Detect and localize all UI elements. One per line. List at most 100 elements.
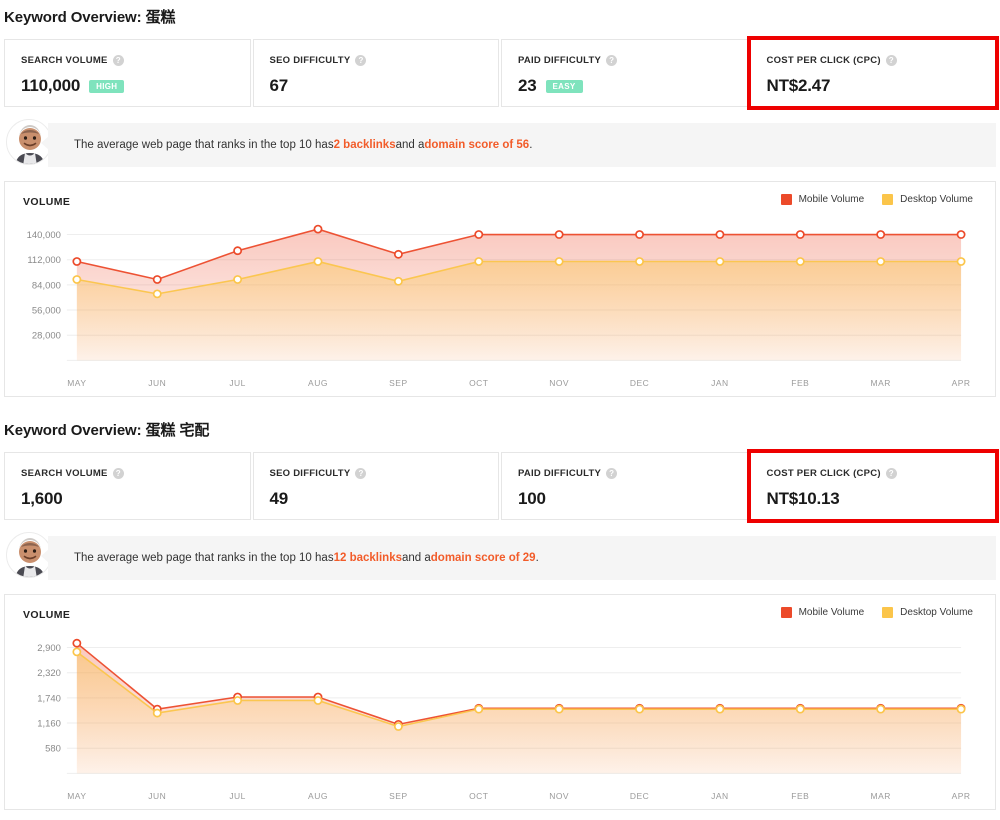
svg-text:JAN: JAN [711,791,729,801]
metric-card-paid-difficulty-1[interactable]: PAID DIFFICULTY? 23 EASY [501,39,748,107]
metric-card-cpc-2[interactable]: COST PER CLICK (CPC)? NT$10.13 [750,452,997,520]
help-icon[interactable]: ? [355,55,366,66]
svg-text:JUN: JUN [148,791,166,801]
help-icon[interactable]: ? [886,468,897,479]
chart-legend-1: Mobile Volume Desktop Volume [781,194,973,205]
keyword-section-2: Keyword Overview: 蛋糕 宅配 SEARCH VOLUME? 1… [0,397,1000,810]
svg-text:MAY: MAY [67,378,86,388]
svg-text:2,320: 2,320 [37,667,61,678]
metric-card-seo-difficulty-2[interactable]: SEO DIFFICULTY? 49 [253,452,500,520]
banner-text-2: and a [402,552,431,564]
metric-value: 100 [518,489,546,509]
banner-text-3: . [536,552,539,564]
metric-value: 110,000 [21,76,80,96]
insight-banner-wrap-2: The average web page that ranks in the t… [0,536,1000,580]
svg-text:28,000: 28,000 [32,330,61,341]
help-icon[interactable]: ? [355,468,366,479]
banner-domain-score-2[interactable]: domain score of 29 [431,552,536,564]
chart-title-2: VOLUME [23,609,70,621]
metric-value: 49 [270,489,289,509]
svg-text:JUL: JUL [229,378,246,388]
chart-title-1: VOLUME [23,196,70,208]
legend-item-desktop-2[interactable]: Desktop Volume [882,607,973,618]
title-keyword-1: 蛋糕 [146,9,176,26]
svg-text:NOV: NOV [549,378,569,388]
svg-text:84,000: 84,000 [32,279,61,290]
banner-text-1: The average web page that ranks in the t… [74,139,334,151]
metric-label: COST PER CLICK (CPC) [767,468,881,479]
svg-text:MAY: MAY [67,791,86,801]
metric-label: PAID DIFFICULTY [518,468,601,479]
metric-value: 67 [270,76,289,96]
chart-plot-area-2: 580 1,160 1,740 2,320 2,900 MAY JUN JUL AUG SEP OC… [5,629,995,809]
status-badge: EASY [546,80,583,93]
banner-text-1: The average web page that ranks in the t… [74,552,334,564]
metric-card-seo-difficulty-1[interactable]: SEO DIFFICULTY? 67 [253,39,500,107]
legend-label: Desktop Volume [900,607,973,618]
title-keyword-2: 蛋糕 宅配 [146,422,210,439]
svg-text:APR: APR [952,791,971,801]
banner-backlinks-2[interactable]: 12 backlinks [334,552,402,564]
metric-label: SEARCH VOLUME [21,468,108,479]
page-title-1: Keyword Overview: 蛋糕 [0,6,1000,27]
keyword-overview-page: Keyword Overview: 蛋糕 SEARCH VOLUME? 110,… [0,0,1000,820]
help-icon[interactable]: ? [886,55,897,66]
legend-swatch-mobile-icon [781,607,792,618]
svg-text:MAR: MAR [871,791,891,801]
svg-text:SEP: SEP [389,791,407,801]
legend-item-desktop-1[interactable]: Desktop Volume [882,194,973,205]
metric-value: 23 [518,76,537,96]
svg-text:580: 580 [45,743,61,754]
metric-label: SEO DIFFICULTY [270,468,351,479]
metric-label: SEO DIFFICULTY [270,55,351,66]
metric-card-cpc-1[interactable]: COST PER CLICK (CPC)? NT$2.47 [750,39,997,107]
help-icon[interactable]: ? [606,55,617,66]
svg-text:56,000: 56,000 [32,305,61,316]
svg-text:NOV: NOV [549,791,569,801]
svg-text:AUG: AUG [308,378,328,388]
metric-card-paid-difficulty-2[interactable]: PAID DIFFICULTY? 100 [501,452,748,520]
volume-chart-card-2: VOLUME Mobile Volume Desktop Volume 580 1… [4,594,996,810]
svg-text:112,000: 112,000 [27,254,61,265]
svg-text:1,160: 1,160 [37,718,61,729]
legend-swatch-desktop-icon [882,194,893,205]
legend-item-mobile-2[interactable]: Mobile Volume [781,607,865,618]
insight-banner-wrap-1: The average web page that ranks in the t… [0,123,1000,167]
legend-label: Desktop Volume [900,194,973,205]
svg-text:DEC: DEC [630,378,649,388]
help-icon[interactable]: ? [113,55,124,66]
svg-text:AUG: AUG [308,791,328,801]
banner-text-3: . [529,139,532,151]
insight-banner-2: The average web page that ranks in the t… [48,536,996,580]
legend-label: Mobile Volume [799,607,865,618]
metric-card-search-volume-2[interactable]: SEARCH VOLUME? 1,600 [4,452,251,520]
svg-text:DEC: DEC [630,791,649,801]
metric-label: SEARCH VOLUME [21,55,108,66]
chart-legend-2: Mobile Volume Desktop Volume [781,607,973,618]
page-title-2: Keyword Overview: 蛋糕 宅配 [0,419,1000,440]
legend-swatch-desktop-icon [882,607,893,618]
svg-text:1,740: 1,740 [37,692,61,703]
title-prefix-1: Keyword Overview: [4,9,142,26]
help-icon[interactable]: ? [113,468,124,479]
svg-text:SEP: SEP [389,378,407,388]
svg-text:OCT: OCT [469,791,488,801]
svg-text:2,900: 2,900 [37,642,61,653]
insight-banner-1: The average web page that ranks in the t… [48,123,996,167]
metric-card-search-volume-1[interactable]: SEARCH VOLUME? 110,000 HIGH [4,39,251,107]
chart-plot-area-1: 28,00056,00084,000112,000140,000MAYJUNJU… [5,216,995,396]
svg-text:JAN: JAN [711,378,729,388]
svg-text:140,000: 140,000 [27,229,61,240]
status-badge: HIGH [89,80,124,93]
help-icon[interactable]: ? [606,468,617,479]
metric-cards-row-1: SEARCH VOLUME? 110,000 HIGH SEO DIFFICUL… [0,39,1000,107]
svg-text:APR: APR [952,378,971,388]
legend-swatch-mobile-icon [781,194,792,205]
svg-text:MAR: MAR [871,378,891,388]
legend-item-mobile-1[interactable]: Mobile Volume [781,194,865,205]
banner-backlinks-1[interactable]: 2 backlinks [334,139,396,151]
banner-domain-score-1[interactable]: domain score of 56 [424,139,529,151]
svg-text:JUL: JUL [229,791,246,801]
banner-text-2: and a [396,139,425,151]
metric-value: NT$2.47 [767,76,831,96]
